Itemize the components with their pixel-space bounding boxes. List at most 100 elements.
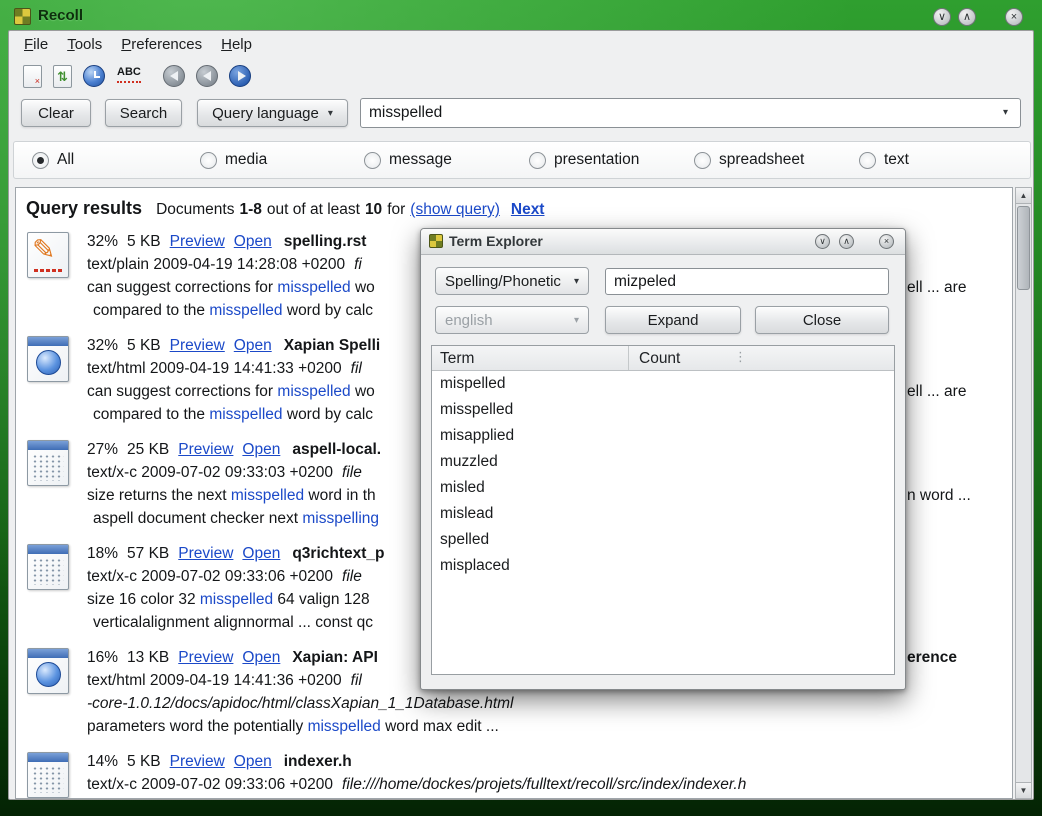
shade-button[interactable]: ∨ — [815, 234, 830, 249]
filter-text[interactable]: text — [859, 142, 909, 178]
filter-label: media — [225, 151, 267, 169]
next-page-icon[interactable] — [229, 65, 251, 87]
docs-middle: out of at least — [267, 201, 360, 219]
search-query-input[interactable] — [360, 98, 1021, 128]
snippet-text: compared to the — [93, 406, 209, 423]
term-row[interactable]: misplaced — [432, 553, 894, 579]
clear-button[interactable]: Clear — [21, 99, 91, 127]
dots-pattern — [32, 558, 64, 585]
pencil-icon: ✎ — [32, 233, 55, 266]
filter-label: message — [389, 151, 452, 169]
relevance-percent: 14% — [87, 753, 118, 770]
first-page-icon[interactable] — [163, 65, 185, 87]
filter-all[interactable]: All — [32, 142, 74, 178]
menu-file[interactable]: File — [24, 36, 48, 53]
green-arrows-glyph: ⇅ — [57, 70, 68, 83]
close-window-button[interactable]: × — [1005, 8, 1023, 26]
term-row[interactable]: muzzled — [432, 449, 894, 475]
dots-pattern — [32, 454, 64, 481]
menu-bar: File Tools Preferences Help — [9, 31, 1033, 58]
snippet-text: verticalalignment alignnormal ... const … — [93, 614, 373, 631]
open-link[interactable]: Open — [234, 233, 272, 250]
language-dropdown[interactable]: english ▾ — [435, 306, 589, 334]
search-button[interactable]: Search — [105, 99, 182, 127]
term-input[interactable] — [605, 268, 889, 295]
term-row[interactable]: mislead — [432, 501, 894, 527]
relevance-percent: 32% — [87, 233, 118, 250]
column-grip-icon[interactable]: ⋮ — [734, 349, 747, 365]
count-column-header[interactable]: Count — [628, 346, 680, 370]
doc-size: 5 KB — [127, 337, 161, 354]
preview-link[interactable]: Preview — [178, 441, 233, 458]
search-row: Clear Search Query language ▾ ▾ — [9, 94, 1033, 132]
scrollbar-thumb[interactable] — [1017, 206, 1030, 290]
expand-button[interactable]: Expand — [605, 306, 741, 334]
menu-tools[interactable]: Tools — [67, 36, 102, 53]
term-row[interactable]: misapplied — [432, 423, 894, 449]
preview-link[interactable]: Preview — [170, 753, 225, 770]
snippet-text: size returns the next — [87, 487, 231, 504]
open-link[interactable]: Open — [234, 753, 272, 770]
scroll-down-icon[interactable]: ▼ — [1016, 782, 1031, 798]
term-explorer-dialog: Term Explorer ∨ ∧ × Spelling/Phonetic ▾ … — [420, 228, 906, 690]
chevron-down-icon: ▾ — [328, 108, 333, 119]
term-explorer-titlebar[interactable]: Term Explorer ∨ ∧ × — [421, 229, 905, 255]
update-index-icon[interactable]: ⇅ — [53, 65, 72, 88]
term-row[interactable]: misspelled — [432, 397, 894, 423]
doc-size: 57 KB — [127, 545, 169, 562]
chevron-down-icon[interactable]: ▾ — [1003, 107, 1008, 118]
html-header-bar — [28, 337, 68, 346]
relevance-percent: 32% — [87, 337, 118, 354]
doc-size: 13 KB — [127, 649, 169, 666]
open-link[interactable]: Open — [242, 649, 280, 666]
scroll-up-icon[interactable]: ▲ — [1016, 188, 1031, 204]
unshade-button[interactable]: ∧ — [839, 234, 854, 249]
filter-spreadsheet[interactable]: spreadsheet — [694, 142, 804, 178]
filter-presentation[interactable]: presentation — [529, 142, 639, 178]
preview-link[interactable]: Preview — [178, 649, 233, 666]
query-language-dropdown[interactable]: Query language ▾ — [197, 99, 348, 127]
next-page-link[interactable]: Next — [511, 201, 545, 219]
prev-page-icon[interactable] — [196, 65, 218, 87]
unshade-button[interactable]: ∧ — [958, 8, 976, 26]
src-header-bar — [28, 441, 68, 450]
open-link[interactable]: Open — [234, 337, 272, 354]
preview-link[interactable]: Preview — [178, 545, 233, 562]
snippet-text: word by calc — [283, 406, 373, 423]
clear-search-icon[interactable]: × — [23, 65, 42, 88]
history-icon[interactable] — [83, 65, 105, 87]
preview-link[interactable]: Preview — [170, 233, 225, 250]
radio-icon — [529, 152, 546, 169]
snippet-text: can suggest corrections for — [87, 279, 277, 296]
preview-link[interactable]: Preview — [170, 337, 225, 354]
term-row[interactable]: spelled — [432, 527, 894, 553]
doc-title: spelling.rst — [284, 233, 367, 250]
table-header: Term Count ⋮ — [432, 346, 894, 371]
expansion-mode-value: Spelling/Phonetic — [445, 273, 561, 290]
shade-button[interactable]: ∨ — [933, 8, 951, 26]
left-arrow-glyph — [170, 71, 178, 81]
doc-meta: text/html 2009-04-19 14:41:36 +0200 — [87, 672, 342, 689]
recoll-app-icon — [14, 8, 31, 25]
menu-help[interactable]: Help — [221, 36, 252, 53]
open-link[interactable]: Open — [242, 545, 280, 562]
filter-media[interactable]: media — [200, 142, 267, 178]
radio-icon — [32, 152, 49, 169]
expansion-mode-dropdown[interactable]: Spelling/Phonetic ▾ — [435, 267, 589, 295]
filter-message[interactable]: message — [364, 142, 452, 178]
docs-label: Documents — [156, 201, 234, 219]
globe-icon — [36, 350, 61, 375]
close-dialog-button[interactable]: × — [879, 234, 894, 249]
open-link[interactable]: Open — [242, 441, 280, 458]
results-scrollbar[interactable]: ▲ ▼ — [1015, 187, 1032, 799]
term-row[interactable]: mispelled — [432, 371, 894, 397]
doc-meta: text/x-c 2009-07-02 09:33:06 +0200 — [87, 568, 333, 585]
show-query-link[interactable]: (show query) — [410, 201, 500, 219]
term-column-header[interactable]: Term — [440, 346, 474, 371]
menu-preferences[interactable]: Preferences — [121, 36, 202, 53]
term-row[interactable]: misled — [432, 475, 894, 501]
doc-size: 25 KB — [127, 441, 169, 458]
close-button[interactable]: Close — [755, 306, 889, 334]
results-header: Query results Documents 1-8 out of at le… — [26, 198, 544, 219]
term-explorer-icon[interactable]: ABC — [116, 64, 144, 88]
